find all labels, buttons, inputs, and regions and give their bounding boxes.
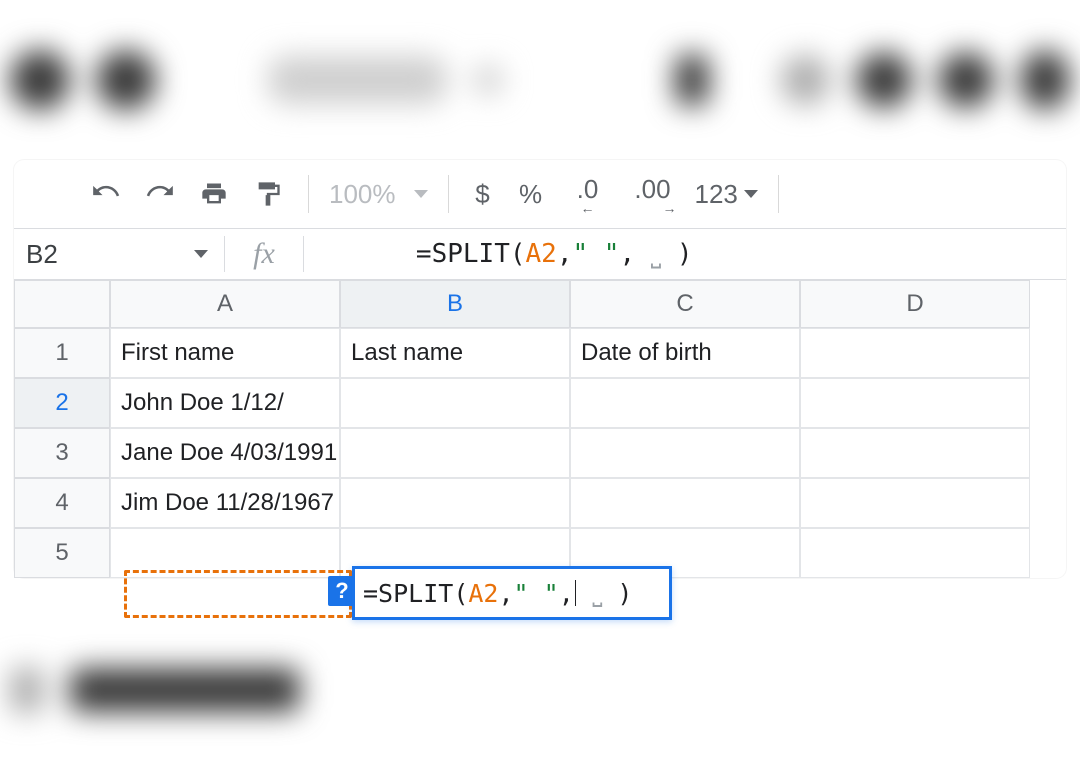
cell-B3[interactable]: [340, 428, 570, 478]
name-box-value: B2: [26, 239, 58, 270]
chevron-down-icon: [414, 190, 428, 198]
arrow-left-icon: ←: [581, 203, 595, 213]
cell-A3[interactable]: Jane Doe 4/03/1991: [110, 428, 340, 478]
paint-format-button[interactable]: [248, 174, 288, 214]
spreadsheet-grid[interactable]: A B C D 1 First name Last name Date of b…: [14, 280, 1066, 578]
cell-B2[interactable]: [340, 378, 570, 428]
column-header[interactable]: A: [110, 280, 340, 328]
cell-C1[interactable]: Date of birth: [570, 328, 800, 378]
arrow-right-icon: →: [663, 203, 677, 213]
cell-A2[interactable]: John Doe 1/12/: [110, 378, 340, 428]
cell-B1[interactable]: Last name: [340, 328, 570, 378]
zoom-display[interactable]: 100%: [329, 179, 396, 210]
app-chrome-blur: [10, 40, 1070, 120]
fx-label: fx: [225, 237, 303, 271]
undo-button[interactable]: [86, 174, 126, 214]
select-all-corner[interactable]: [14, 280, 110, 328]
cell-C2[interactable]: [570, 378, 800, 428]
chevron-down-icon: [194, 250, 208, 258]
spreadsheet-card: 100% $ % .0 ← .00 → 123 B2 fx =SPLIT(A2,…: [14, 160, 1066, 578]
formula-bar: B2 fx =SPLIT(A2," ", ⎵ ): [14, 228, 1066, 280]
cell-D3[interactable]: [800, 428, 1030, 478]
cell-C3[interactable]: [570, 428, 800, 478]
row-header[interactable]: 5: [14, 528, 110, 578]
app-chrome-blur-bottom: [10, 660, 510, 720]
cell-B4[interactable]: [340, 478, 570, 528]
paint-roller-icon: [254, 180, 282, 208]
row-header[interactable]: 3: [14, 428, 110, 478]
cell-A4[interactable]: Jim Doe 11/28/1967: [110, 478, 340, 528]
row-header[interactable]: 1: [14, 328, 110, 378]
cell-A1[interactable]: First name: [110, 328, 340, 378]
cell-D4[interactable]: [800, 478, 1030, 528]
redo-button[interactable]: [140, 174, 180, 214]
chevron-down-icon: [744, 190, 758, 198]
row-header[interactable]: 2: [14, 378, 110, 428]
number-format-dropdown[interactable]: 123: [695, 179, 758, 210]
redo-icon: [146, 180, 174, 208]
undo-icon: [92, 180, 120, 208]
column-header[interactable]: C: [570, 280, 800, 328]
row-header[interactable]: 4: [14, 478, 110, 528]
cell-D1[interactable]: [800, 328, 1030, 378]
print-button[interactable]: [194, 174, 234, 214]
column-header[interactable]: B: [340, 280, 570, 328]
column-header[interactable]: D: [800, 280, 1030, 328]
format-currency-button[interactable]: $: [469, 179, 497, 210]
cell-C4[interactable]: [570, 478, 800, 528]
name-box[interactable]: B2: [14, 239, 224, 270]
text-cursor: [575, 580, 577, 606]
cell-D2[interactable]: [800, 378, 1030, 428]
cell-D5[interactable]: [800, 528, 1030, 578]
format-percent-button[interactable]: %: [511, 179, 551, 210]
print-icon: [200, 180, 228, 208]
cell-editor[interactable]: =SPLIT(A2," ", ⎵ ): [352, 566, 672, 620]
cell-A5[interactable]: [110, 528, 340, 578]
